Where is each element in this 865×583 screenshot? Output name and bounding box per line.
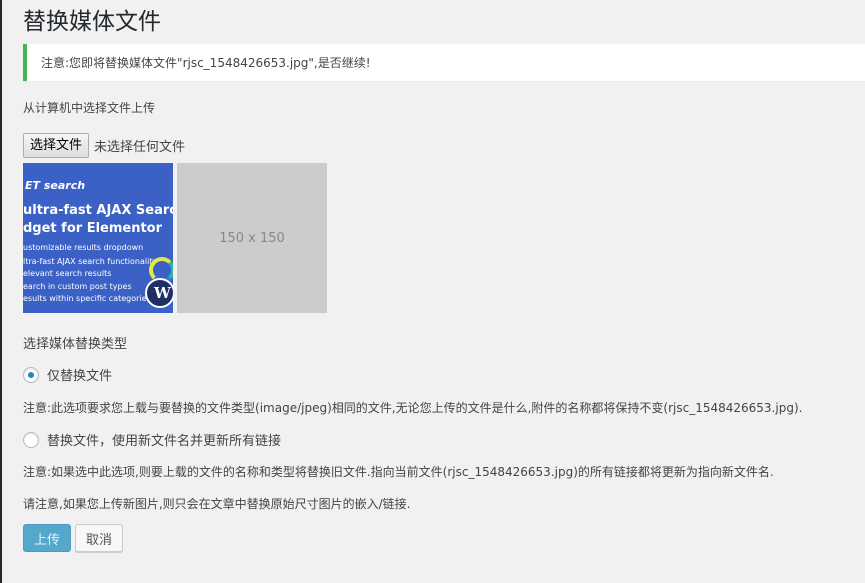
thumbnail-subheadline: dget for Elementor (23, 221, 163, 236)
file-input-row: 选择文件 未选择任何文件 (23, 133, 185, 158)
radio-replace-rename-input[interactable] (23, 431, 39, 448)
radio-replace-only-input[interactable] (23, 366, 39, 383)
file-status-text: 未选择任何文件 (94, 140, 186, 155)
upload-button[interactable]: 上传 (23, 524, 71, 552)
main-content: 替换媒体文件 注意:您即将替换媒体文件"rjsc_1548426653.jpg"… (23, 0, 865, 552)
page-title: 替换媒体文件 (23, 9, 161, 35)
thumbnail-previews: ET search ultra-fast AJAX Search dget fo… (23, 163, 327, 313)
new-image-placeholder: 150 x 150 (177, 163, 327, 313)
thumbnail-feature: ltra-fast AJAX search functionality (23, 257, 158, 266)
radio-replace-only[interactable]: 仅替换文件 (23, 365, 112, 384)
current-image-thumbnail: ET search ultra-fast AJAX Search dget fo… (23, 163, 173, 313)
placeholder-size-label: 150 x 150 (219, 230, 285, 246)
thumbnail-feature: esults within specific categories (23, 294, 151, 303)
warning-notice: 注意:您即将替换媒体文件"rjsc_1548426653.jpg",是否继续! (23, 44, 865, 81)
cancel-button[interactable]: 取消 (75, 524, 123, 552)
upload-label: 从计算机中选择文件上传 (23, 101, 156, 115)
radio-replace-rename[interactable]: 替换文件，使用新文件名并更新所有链接 (23, 430, 281, 449)
replace-type-label: 选择媒体替换类型 (23, 337, 128, 352)
thumbnail-brand: ET search (25, 179, 86, 192)
image-embed-note: 请注意,如果您上传新图片,则只会在文章中替换原始尺寸图片的嵌入/链接. (23, 497, 411, 511)
thumbnail-feature: earch in custom post types (23, 282, 132, 291)
radio-replace-rename-label: 替换文件，使用新文件名并更新所有链接 (47, 434, 282, 449)
thumbnail-feature: elevant search results (23, 269, 112, 278)
thumbnail-headline: ultra-fast AJAX Search (23, 203, 173, 218)
choose-file-button[interactable]: 选择文件 (23, 133, 90, 158)
notice-text: 注意:您即将替换媒体文件"rjsc_1548426653.jpg",是否继续! (41, 56, 371, 70)
replace-rename-note: 注意:如果选中此选项,则要上载的文件的名称和类型将替换旧文件.指向当前文件(rj… (23, 465, 774, 479)
radio-replace-only-label: 仅替换文件 (47, 369, 113, 384)
action-buttons: 上传 取消 (23, 524, 123, 552)
wordpress-logo-icon (145, 278, 173, 308)
thumbnail-feature: ustomizable results dropdown (23, 243, 144, 252)
replace-only-note: 注意:此选项要求您上载与要替换的文件类型(image/jpeg)相同的文件,无论… (23, 401, 803, 415)
admin-sidebar-edge (0, 0, 2, 583)
